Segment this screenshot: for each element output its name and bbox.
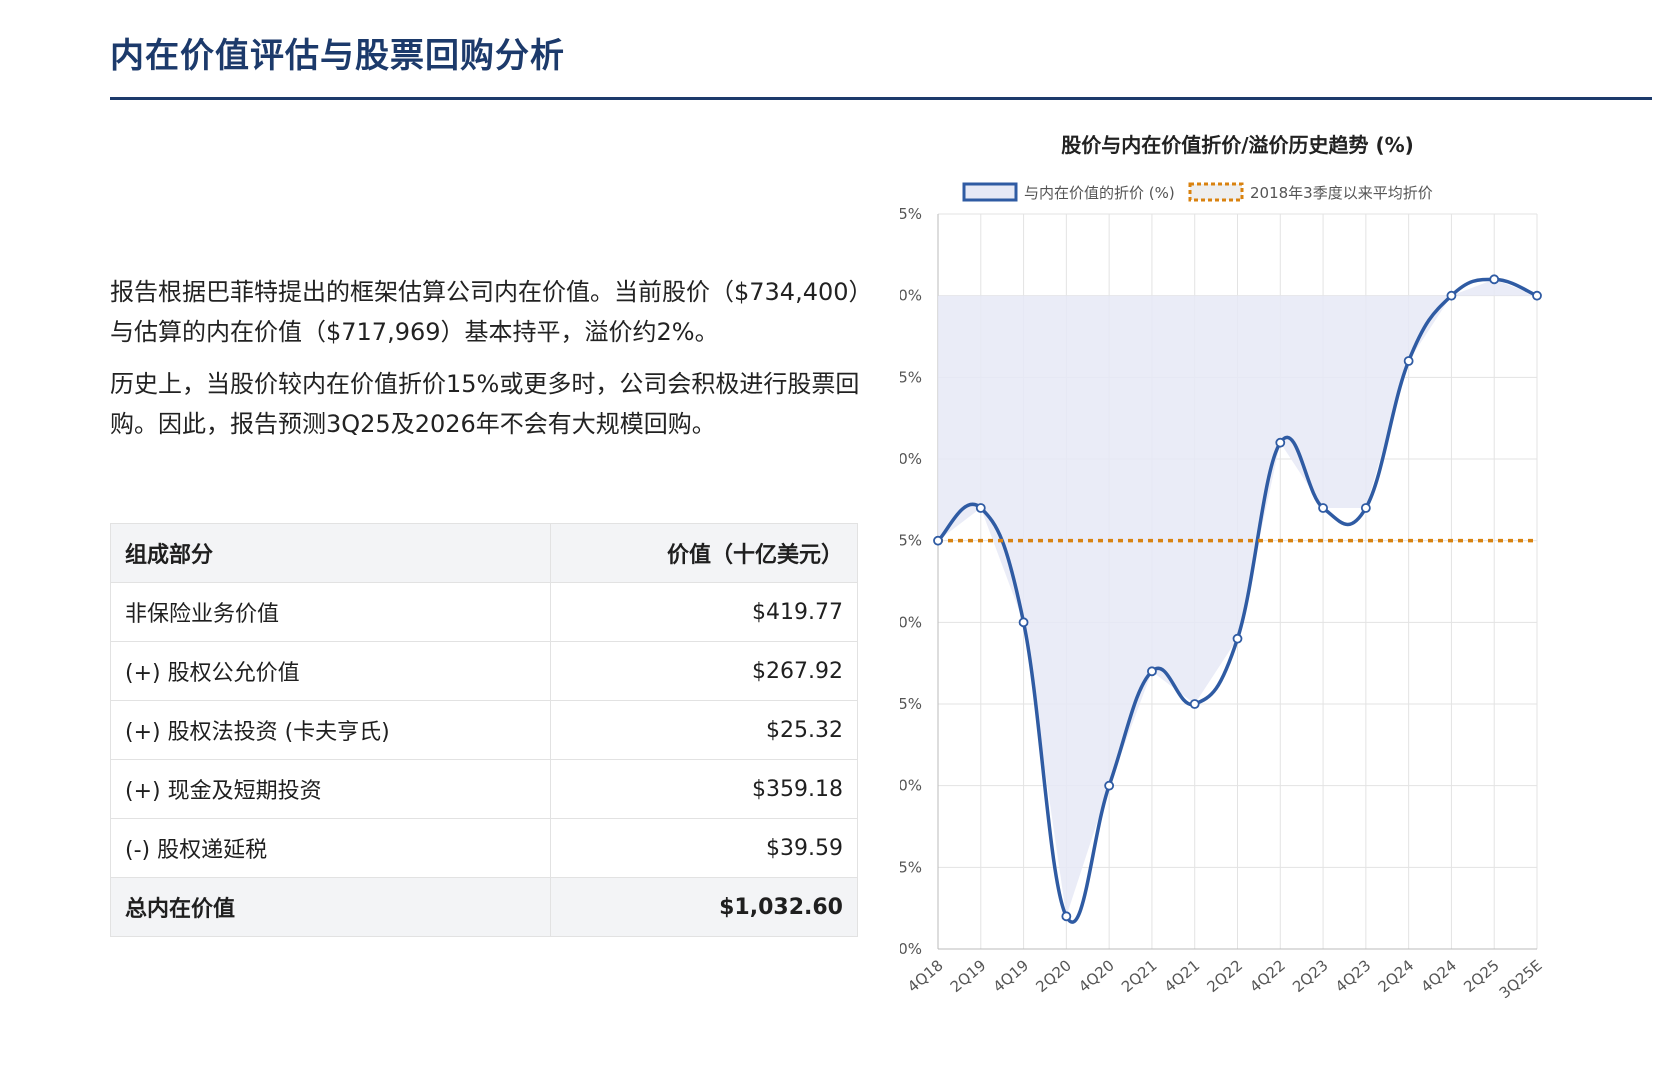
x-tick-label: 2Q23 [1289,956,1332,996]
paragraph-valuation: 报告根据巴菲特提出的框架估算公司内在价值。当前股价（$734,400）与估算的内… [110,278,861,346]
data-point [1232,633,1243,644]
y-tick-label: -15% [900,532,922,550]
total-value: $1,032.60 [549,877,859,937]
data-point [933,535,943,546]
table-row: (-) 股权递延税 $39.59 [110,818,859,878]
table-row: (+) 股权公允价值 $267.92 [110,641,859,701]
cell-value: $419.77 [549,582,859,642]
data-point [1275,437,1286,448]
x-tick-label: 4Q24 [1417,956,1460,996]
data-point [1318,503,1328,513]
paragraph-buyback: 历史上，当股价较内在价值折价15%或更多时，公司会积极进行股票回购。因此，报告预… [110,370,860,438]
y-tick-label: -20% [900,613,922,631]
cell-value: $25.32 [549,700,859,760]
data-point [1360,503,1371,513]
x-tick-label: 2Q20 [1032,956,1075,996]
legend-swatch-discount [962,182,1018,202]
x-tick-label: 4Q19 [990,956,1033,996]
data-point [1189,699,1200,709]
cell-value: $359.18 [549,759,859,819]
y-tick-label: -10% [900,450,922,468]
y-tick-label: 0% [900,287,922,305]
cell-component: 非保险业务价值 [110,582,551,642]
y-tick-label: 5% [900,205,922,223]
y-tick-label: -35% [900,858,922,876]
x-tick-label: 4Q22 [1246,956,1289,996]
x-tick-label: 4Q23 [1332,956,1375,996]
cell-component: (+) 现金及短期投资 [110,759,551,819]
table-row: (+) 股权法投资 (卡夫亨氏) $25.32 [110,700,859,760]
chart-svg: 股价与内在价值折价/溢价历史趋势 (%) 与内在价值的折价 (%) 2018年3季度… [850,133,1546,1002]
data-point [1061,911,1072,922]
data-point [1018,617,1029,628]
cell-value: $267.92 [549,641,859,701]
intrinsic-value-table: 组成部分 价值（十亿美元） 非保险业务价值 $419.77 (+) 股权公允价值… [110,523,859,937]
data-point [1147,666,1157,677]
cell-component: (+) 股权公允价值 [110,641,551,701]
legend-label-discount: 与内在价值的折价 (%) [1024,184,1175,202]
description-text: 报告根据巴菲特提出的框架估算公司内在价值。当前股价（$734,400）与估算的内… [110,272,870,456]
cell-component: (-) 股权递延税 [110,818,551,878]
column-header-component: 组成部分 [110,523,551,583]
x-tick-label: 2Q21 [1118,956,1161,996]
x-tick-label: 2Q24 [1375,956,1418,996]
x-tick-label: 4Q21 [1161,956,1204,996]
y-tick-label: -30% [900,777,922,795]
data-point [1403,356,1414,366]
page-title: 内在价值评估与股票回购分析 [110,36,565,76]
x-tick-label: 4Q20 [1075,956,1118,996]
table-row: 非保险业务价值 $419.77 [110,582,859,642]
chart-title: 股价与内在价值折价/溢价历史趋势 (%) [1061,133,1414,157]
total-label: 总内在价值 [110,877,551,937]
discount-trend-chart: 股价与内在价值折价/溢价历史趋势 (%) 与内在价值的折价 (%) 2018年3季度… [850,130,1660,1070]
table-header-row: 组成部分 价值（十亿美元） [110,523,859,583]
legend-label-average: 2018年3季度以来平均折价 [1250,184,1433,202]
data-point [975,503,986,513]
table-total-row: 总内在价值 $1,032.60 [110,877,859,937]
cell-value: $39.59 [549,818,859,878]
y-tick-label: -5% [900,368,922,386]
legend-swatch-average [1188,182,1244,202]
column-header-value: 价值（十亿美元） [549,523,859,583]
data-point [1104,780,1115,791]
data-point [1532,290,1542,301]
data-point [1446,290,1457,301]
x-tick-label: 3Q25E [1496,956,1546,1002]
x-tick-label: 4Q18 [904,956,947,996]
title-divider [110,97,1652,100]
y-tick-label: -25% [900,695,922,713]
table-row: (+) 现金及短期投资 $359.18 [110,759,859,819]
x-tick-label: 2Q19 [947,956,990,996]
cell-component: (+) 股权法投资 (卡夫亨氏) [110,700,551,760]
y-tick-label: -40% [900,940,922,958]
x-tick-label: 2Q22 [1204,956,1247,996]
data-point [1489,274,1500,285]
